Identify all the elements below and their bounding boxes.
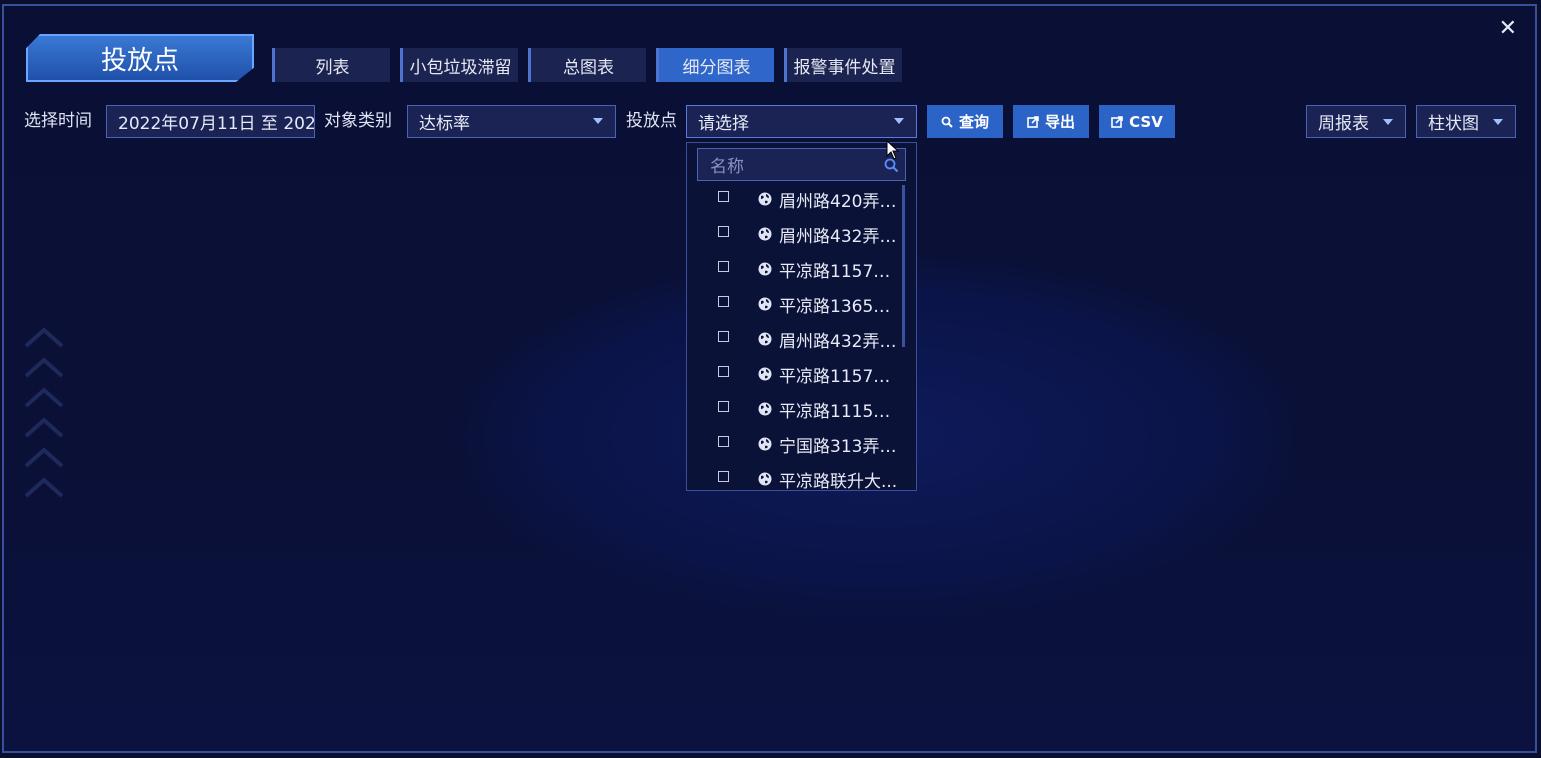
object-type-label: 对象类别 — [324, 111, 392, 131]
dropdown-scrollbar[interactable] — [902, 185, 905, 347]
export-label: 导出 — [1044, 113, 1075, 131]
globe-icon — [758, 297, 772, 311]
list-item[interactable]: 眉州路432弄2... — [687, 321, 916, 356]
list-item-label: 平凉路1365弄... — [779, 297, 904, 317]
caret-down-icon — [894, 118, 904, 124]
checkbox[interactable] — [718, 366, 729, 377]
chevron-decoration-icon — [24, 357, 64, 378]
page-title: 投放点 — [26, 34, 254, 82]
date-range-input[interactable]: 2022年07月11日 至 2022年07月17日 — [106, 105, 315, 138]
list-item[interactable]: 平凉路1157弄... — [687, 356, 916, 391]
list-item-label: 眉州路420弄7... — [779, 192, 904, 212]
caret-down-icon — [593, 118, 603, 124]
tab-detail-chart[interactable]: 细分图表 — [656, 48, 774, 82]
dialog-window: ✕ 投放点 列表 小包垃圾滞留 总图表 细分图表 报警事件处置 选择时间 202… — [2, 4, 1537, 753]
list-item-label: 平凉路1157弄... — [779, 367, 904, 387]
csv-label: CSV — [1129, 112, 1163, 131]
tab-bar: 列表 小包垃圾滞留 总图表 细分图表 报警事件处置 — [272, 48, 902, 82]
object-type-value: 达标率 — [419, 114, 470, 134]
checkbox[interactable] — [718, 261, 729, 272]
list-item[interactable]: 宁国路313弄1... — [687, 426, 916, 461]
mouse-cursor-icon — [886, 140, 900, 160]
checkbox[interactable] — [718, 191, 729, 202]
list-item-label: 平凉路1115弄... — [779, 402, 904, 422]
list-item-label: 眉州路432弄1... — [779, 227, 904, 247]
list-item-label: 平凉路联升大... — [779, 472, 898, 491]
close-icon[interactable]: ✕ — [1499, 16, 1517, 42]
checkbox[interactable] — [718, 436, 729, 447]
globe-icon — [758, 437, 772, 451]
list-item[interactable]: 眉州路432弄1... — [687, 216, 916, 251]
globe-icon — [758, 227, 772, 241]
globe-icon — [758, 262, 772, 276]
dropdown-search-input[interactable]: 名称 — [697, 148, 906, 181]
list-item-label: 平凉路1157弄... — [779, 262, 904, 282]
checkbox[interactable] — [718, 226, 729, 237]
drop-point-select[interactable]: 请选择 — [686, 105, 917, 138]
search-placeholder: 名称 — [710, 157, 744, 177]
drop-point-dropdown: 名称 眉州路420弄7... 眉州路432弄1... 平凉路1157弄... 平凉路1… — [686, 142, 917, 491]
checkbox[interactable] — [718, 296, 729, 307]
tab-small-bag-retention[interactable]: 小包垃圾滞留 — [400, 48, 518, 82]
list-item-label: 眉州路432弄2... — [779, 332, 904, 352]
external-link-icon — [1111, 115, 1123, 128]
chevron-decoration-icon — [24, 327, 64, 348]
list-item[interactable]: 眉州路420弄7... — [687, 181, 916, 216]
drop-point-placeholder: 请选择 — [698, 114, 749, 134]
search-icon — [941, 116, 953, 128]
checkbox[interactable] — [718, 331, 729, 342]
chevron-decoration-icon — [24, 417, 64, 438]
chevron-decoration-icon — [24, 477, 64, 498]
report-period-value: 周报表 — [1318, 114, 1369, 134]
chevron-decoration-icon — [24, 447, 64, 468]
list-item[interactable]: 平凉路1157弄... — [687, 251, 916, 286]
caret-down-icon — [1383, 119, 1393, 125]
tab-alarm-handling[interactable]: 报警事件处置 — [784, 48, 902, 82]
report-period-select[interactable]: 周报表 — [1306, 105, 1406, 138]
time-label: 选择时间 — [24, 111, 92, 131]
external-link-icon — [1027, 115, 1039, 128]
globe-icon — [758, 192, 772, 206]
tab-overall-chart[interactable]: 总图表 — [528, 48, 646, 82]
export-button[interactable]: 导出 — [1013, 105, 1089, 138]
query-label: 查询 — [958, 113, 989, 131]
chart-type-value: 柱状图 — [1428, 114, 1479, 134]
list-item[interactable]: 平凉路1115弄... — [687, 391, 916, 426]
chart-type-select[interactable]: 柱状图 — [1416, 105, 1516, 138]
globe-icon — [758, 402, 772, 416]
caret-down-icon — [1493, 119, 1503, 125]
csv-button[interactable]: CSV — [1099, 105, 1175, 138]
checkbox[interactable] — [718, 401, 729, 412]
globe-icon — [758, 472, 772, 486]
list-item[interactable]: 平凉路联升大... — [687, 461, 916, 491]
tab-list[interactable]: 列表 — [272, 48, 390, 82]
list-item-label: 宁国路313弄1... — [779, 437, 904, 457]
chevron-decoration-icon — [24, 387, 64, 408]
list-item[interactable]: 平凉路1365弄... — [687, 286, 916, 321]
date-range-value: 2022年07月11日 至 2022年07月17日 — [118, 114, 315, 134]
globe-icon — [758, 332, 772, 346]
dropdown-list: 眉州路420弄7... 眉州路432弄1... 平凉路1157弄... 平凉路1365… — [687, 181, 916, 491]
drop-point-label: 投放点 — [626, 111, 677, 131]
object-type-select[interactable]: 达标率 — [407, 105, 616, 138]
globe-icon — [758, 367, 772, 381]
checkbox[interactable] — [718, 471, 729, 482]
query-button[interactable]: 查询 — [927, 105, 1003, 138]
